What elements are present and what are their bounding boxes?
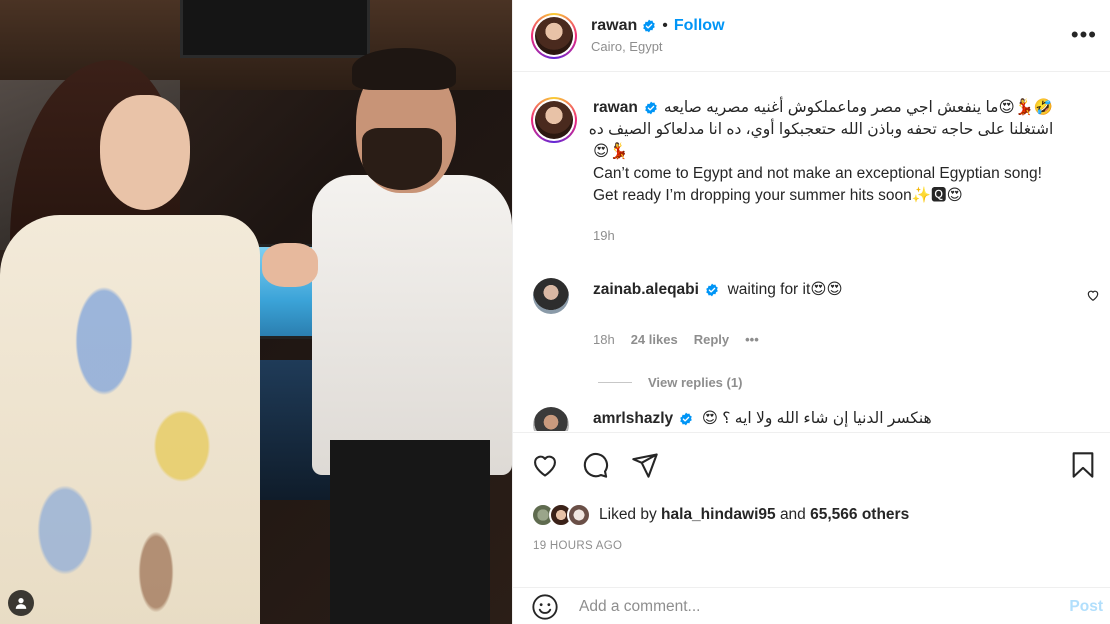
comment-more-icon[interactable]: •••	[745, 332, 759, 347]
post-timestamp[interactable]: 19 HOURS AGO	[533, 540, 622, 552]
liked-by-and: and	[779, 506, 806, 523]
post-location[interactable]: Cairo, Egypt	[591, 39, 725, 54]
liked-by-prefix: Liked by	[599, 506, 657, 523]
emoji-icon[interactable]	[531, 593, 559, 621]
view-replies-button[interactable]: View replies (1)	[598, 375, 1108, 390]
liked-by-count[interactable]: 65,566 others	[810, 506, 909, 524]
comment-item: zainab.aleqabi waiting for it😍😍 18h 24 l…	[533, 278, 1108, 390]
verified-icon	[645, 101, 657, 115]
caption: rawan 🤣💃😍ما ينفعش اجي مصر وماعملكوش أغني…	[531, 97, 1106, 247]
caption-line-3: 😍💃	[593, 143, 629, 160]
post-button[interactable]: Post	[1069, 598, 1103, 616]
liker-avatar	[567, 503, 591, 527]
comment-username[interactable]: zainab.aleqabi	[593, 281, 699, 298]
author-avatar[interactable]	[531, 12, 577, 59]
caption-line-2: اشتغلنا على حاجه تحفه وباذن الله حتعجبكو…	[588, 121, 1054, 138]
comment-item: amrlshazly هنكسر الدنيا إن شاء الله ولا …	[533, 407, 1108, 431]
comments-section[interactable]: rawan 🤣💃😍ما ينفعش اجي مصر وماعملكوش أغني…	[513, 73, 1110, 431]
view-replies-label: View replies (1)	[648, 375, 743, 390]
user-tag-icon	[15, 598, 27, 609]
add-comment-bar: Post	[513, 587, 1110, 624]
post-photo[interactable]	[0, 0, 512, 624]
comment-likes[interactable]: 24 likes	[631, 332, 678, 347]
post-actions: Liked by hala_hindawi95 and 65,566 other…	[513, 432, 1110, 624]
comment-avatar[interactable]	[533, 278, 569, 314]
comment-input[interactable]	[579, 597, 1049, 616]
heart-icon[interactable]	[1086, 288, 1100, 302]
comment-text: waiting for it😍😍	[727, 281, 843, 298]
user-tag-button[interactable]	[8, 590, 34, 616]
verified-icon	[643, 19, 656, 33]
man-pants	[330, 440, 490, 624]
woman-face	[100, 95, 190, 210]
comment-time[interactable]: 18h	[593, 332, 615, 347]
caption-line-1: 🤣💃😍ما ينفعش اجي مصر وماعملكوش أغنيه مصري…	[663, 99, 1054, 116]
woman-hand	[262, 243, 318, 287]
caption-time[interactable]: 19h	[593, 225, 1053, 247]
more-icon[interactable]: •••	[1071, 22, 1097, 48]
caption-avatar[interactable]	[531, 97, 577, 143]
liked-by: Liked by hala_hindawi95 and 65,566 other…	[531, 503, 909, 527]
verified-icon	[706, 283, 719, 297]
reply-button[interactable]: Reply	[694, 332, 729, 347]
caption-line-5: Get ready I’m dropping your summer hits …	[593, 187, 963, 204]
author-username[interactable]: rawan	[591, 17, 637, 35]
caption-line-4: Can’t come to Egypt and not make an exce…	[593, 165, 1042, 182]
follow-button[interactable]: Follow	[674, 17, 725, 35]
studio-monitor	[180, 0, 370, 58]
woman-figure	[0, 215, 260, 624]
like-icon[interactable]	[531, 451, 559, 479]
replies-divider	[598, 382, 632, 383]
comment-username[interactable]: amrlshazly	[593, 410, 673, 427]
liked-by-avatars	[531, 503, 591, 527]
verified-icon	[680, 412, 693, 426]
man-beard	[362, 128, 442, 190]
comment-avatar[interactable]	[533, 407, 569, 431]
man-hair	[352, 48, 456, 90]
comment-icon[interactable]	[581, 451, 609, 479]
liked-by-user[interactable]: hala_hindawi95	[661, 506, 776, 524]
bookmark-icon[interactable]	[1069, 451, 1097, 479]
share-icon[interactable]	[631, 451, 659, 479]
post-header: rawan • Follow Cairo, Egypt •••	[513, 0, 1110, 72]
post-panel: rawan • Follow Cairo, Egypt ••• rawan 🤣💃…	[512, 0, 1110, 624]
caption-username[interactable]: rawan	[593, 99, 638, 116]
comment-text: هنكسر الدنيا إن شاء الله ولا ايه ؟ 😍	[701, 410, 932, 427]
separator-dot: •	[662, 17, 668, 34]
man-figure	[312, 175, 512, 475]
